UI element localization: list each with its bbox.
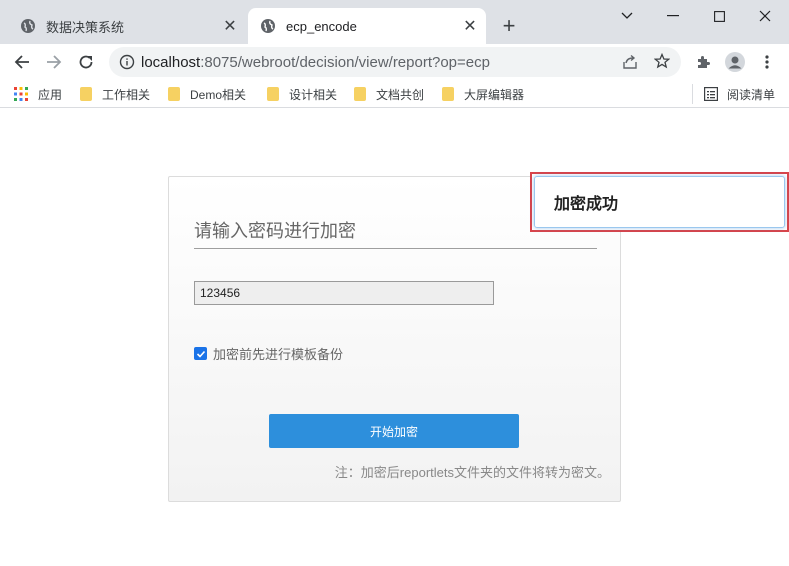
close-tab-icon[interactable]: ✕ (460, 16, 480, 36)
new-tab-plus-icon[interactable]: + (497, 13, 521, 38)
toast-message: 加密成功 (534, 176, 785, 228)
bookmark-label: 大屏编辑器 (464, 87, 525, 102)
bookmark-folder[interactable]: Demo相关 (168, 85, 246, 103)
bookmark-folder[interactable]: 工作相关 (80, 85, 150, 103)
folder-icon (267, 87, 279, 101)
bookmark-apps[interactable]: 应用 (14, 85, 62, 103)
backup-option[interactable]: 加密前先进行模板备份 (194, 344, 343, 363)
globe-icon (260, 18, 276, 34)
backup-checkbox[interactable] (194, 347, 207, 360)
tab-ecp-encode[interactable]: ecp_encode ✕ (248, 8, 486, 44)
folder-icon (168, 87, 180, 101)
bookmark-folder[interactable]: 大屏编辑器 (442, 85, 524, 103)
tab-title: 数据决策系统 (46, 19, 125, 35)
tab-title: ecp_encode (286, 18, 357, 34)
reload-icon[interactable] (72, 48, 100, 76)
tab-data-decision-system[interactable]: 数据决策系统 ✕ (8, 8, 246, 44)
bookmarks-bar: 应用 工作相关 Demo相关 设计相关 文档共创 大屏编辑器 阅读清单 (0, 80, 789, 108)
close-window-icon[interactable] (742, 0, 788, 32)
share-icon[interactable] (622, 54, 638, 75)
form-heading: 请输入密码进行加密 (194, 221, 356, 241)
bookmark-label: 应用 (38, 87, 63, 102)
bookmark-label: Demo相关 (190, 87, 247, 102)
extensions-puzzle-icon[interactable] (689, 48, 717, 76)
browser-toolbar: localhost:8075/webroot/decision/view/rep… (0, 44, 789, 80)
bookmark-folder[interactable]: 设计相关 (267, 85, 337, 103)
minimize-icon[interactable] (650, 0, 696, 32)
maximize-icon[interactable] (696, 0, 742, 32)
bookmark-label: 设计相关 (289, 87, 338, 102)
apps-grid-icon (14, 87, 28, 101)
success-toast: 加密成功 (530, 172, 789, 232)
bookmark-folder[interactable]: 文档共创 (354, 85, 424, 103)
folder-icon (442, 87, 454, 101)
tab-strip: 数据决策系统 ✕ ecp_encode ✕ + (0, 0, 789, 44)
backup-label: 加密前先进行模板备份 (213, 347, 344, 362)
reading-list[interactable]: 阅读清单 (704, 85, 775, 103)
bookmarks-divider (692, 84, 693, 104)
address-bar[interactable]: localhost:8075/webroot/decision/view/rep… (109, 47, 681, 77)
profile-avatar-icon[interactable] (721, 48, 749, 76)
bookmark-label: 文档共创 (376, 87, 425, 102)
globe-icon (20, 18, 36, 34)
url-text: localhost:8075/webroot/decision/view/rep… (141, 53, 490, 71)
start-encrypt-button[interactable]: 开始加密 (269, 414, 519, 448)
folder-icon (80, 87, 92, 101)
close-tab-icon[interactable]: ✕ (220, 16, 240, 36)
bookmark-label: 工作相关 (102, 87, 151, 102)
reading-list-label: 阅读清单 (727, 87, 776, 102)
back-arrow-icon[interactable] (8, 48, 36, 76)
site-info-icon[interactable] (119, 54, 135, 70)
more-menu-icon[interactable] (753, 48, 781, 76)
reading-list-icon (704, 87, 719, 102)
bookmark-star-icon[interactable] (653, 52, 671, 74)
heading-divider (194, 248, 597, 249)
encrypt-note: 注：加密后reportlets文件夹的文件将转为密文。 (334, 465, 610, 480)
tab-search-chevron-icon[interactable] (604, 0, 650, 32)
password-input[interactable] (194, 281, 494, 305)
forward-arrow-icon[interactable] (40, 48, 68, 76)
folder-icon (354, 87, 366, 101)
